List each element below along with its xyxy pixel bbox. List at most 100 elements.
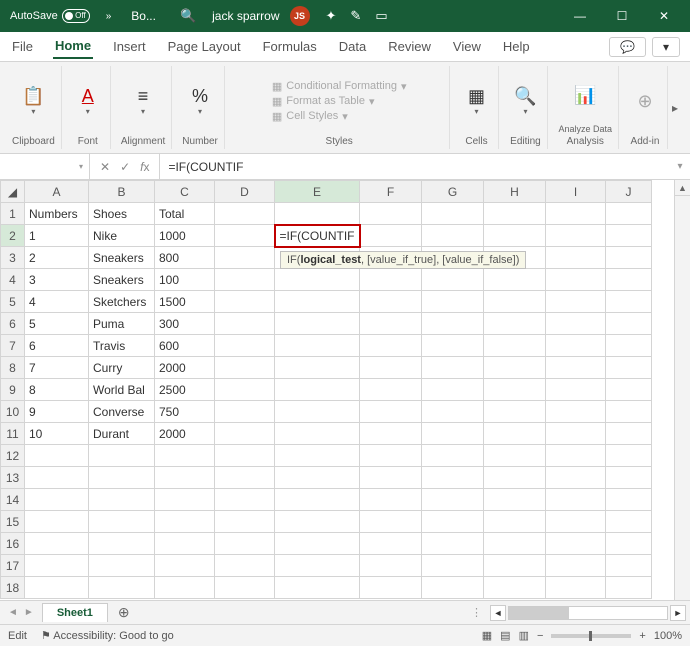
cell-H17[interactable]: [484, 555, 546, 577]
cell-D2[interactable]: [215, 225, 275, 247]
conditional-formatting-button[interactable]: ▦ Conditional Formatting ▾: [272, 80, 407, 93]
cell-F1[interactable]: [360, 203, 422, 225]
qat-overflow-icon[interactable]: »: [100, 11, 118, 22]
user-name[interactable]: jack sparrow: [212, 9, 279, 23]
zoom-level[interactable]: 100%: [654, 630, 682, 642]
cell-J6[interactable]: [606, 313, 652, 335]
name-box-dropdown-icon[interactable]: ▾: [79, 162, 83, 171]
column-header-C[interactable]: C: [155, 181, 215, 203]
cell-D14[interactable]: [215, 489, 275, 511]
cell-A15[interactable]: [25, 511, 89, 533]
cell-B7[interactable]: Travis: [89, 335, 155, 357]
name-box[interactable]: ▾: [0, 154, 90, 179]
cell-D6[interactable]: [215, 313, 275, 335]
cell-E12[interactable]: [275, 445, 360, 467]
cell-A1[interactable]: Numbers: [25, 203, 89, 225]
cell-E13[interactable]: [275, 467, 360, 489]
number-icon[interactable]: %▾: [184, 85, 216, 117]
minimize-button[interactable]: —: [560, 0, 600, 32]
cell-C12[interactable]: [155, 445, 215, 467]
cell-C18[interactable]: [155, 577, 215, 599]
cell-G14[interactable]: [422, 489, 484, 511]
tab-home[interactable]: Home: [53, 34, 93, 59]
sheet-tab-sheet1[interactable]: Sheet1: [42, 603, 108, 622]
cell-F6[interactable]: [360, 313, 422, 335]
cell-C1[interactable]: Total: [155, 203, 215, 225]
cell-D13[interactable]: [215, 467, 275, 489]
cell-B6[interactable]: Puma: [89, 313, 155, 335]
cell-C3[interactable]: 800: [155, 247, 215, 269]
cell-C16[interactable]: [155, 533, 215, 555]
column-header-H[interactable]: H: [484, 181, 546, 203]
cell-J3[interactable]: [606, 247, 652, 269]
cell-H4[interactable]: [484, 269, 546, 291]
column-header-J[interactable]: J: [606, 181, 652, 203]
cell-E1[interactable]: [275, 203, 360, 225]
scroll-right-icon[interactable]: ►: [670, 605, 686, 621]
cell-I12[interactable]: [546, 445, 606, 467]
sparkle-icon[interactable]: ✎: [350, 8, 361, 24]
cell-H11[interactable]: [484, 423, 546, 445]
cell-J8[interactable]: [606, 357, 652, 379]
tab-review[interactable]: Review: [386, 35, 433, 58]
avatar[interactable]: JS: [290, 6, 310, 26]
cell-E8[interactable]: [275, 357, 360, 379]
cell-J13[interactable]: [606, 467, 652, 489]
cell-H2[interactable]: [484, 225, 546, 247]
font-icon[interactable]: A▾: [72, 85, 104, 117]
cell-C5[interactable]: 1500: [155, 291, 215, 313]
cell-G16[interactable]: [422, 533, 484, 555]
cell-G2[interactable]: [422, 225, 484, 247]
comments-button[interactable]: 💬: [609, 37, 646, 57]
formula-expand-icon[interactable]: ▾: [670, 161, 690, 172]
clipboard-icon[interactable]: 📋▾: [17, 85, 49, 117]
cell-D5[interactable]: [215, 291, 275, 313]
cell-A17[interactable]: [25, 555, 89, 577]
cancel-icon[interactable]: ✕: [100, 160, 110, 174]
ribbon-collapse-icon[interactable]: ▸: [672, 66, 684, 149]
cell-J16[interactable]: [606, 533, 652, 555]
cell-E14[interactable]: [275, 489, 360, 511]
cell-D15[interactable]: [215, 511, 275, 533]
cell-F17[interactable]: [360, 555, 422, 577]
cell-F7[interactable]: [360, 335, 422, 357]
cell-C15[interactable]: [155, 511, 215, 533]
cell-styles-button[interactable]: ▦ Cell Styles ▾: [272, 110, 407, 123]
cell-H18[interactable]: [484, 577, 546, 599]
cell-E5[interactable]: [275, 291, 360, 313]
format-as-table-button[interactable]: ▦ Format as Table ▾: [272, 95, 407, 108]
cell-C4[interactable]: 100: [155, 269, 215, 291]
cell-F2[interactable]: [360, 225, 422, 247]
cell-B16[interactable]: [89, 533, 155, 555]
cell-A12[interactable]: [25, 445, 89, 467]
cell-H16[interactable]: [484, 533, 546, 555]
fx-icon[interactable]: fx: [140, 160, 149, 174]
cell-B17[interactable]: [89, 555, 155, 577]
cell-H14[interactable]: [484, 489, 546, 511]
search-icon[interactable]: 🔍: [170, 8, 206, 24]
analyze-data-icon[interactable]: 📊: [569, 79, 601, 111]
cell-G15[interactable]: [422, 511, 484, 533]
cell-E17[interactable]: [275, 555, 360, 577]
cell-I18[interactable]: [546, 577, 606, 599]
column-header-G[interactable]: G: [422, 181, 484, 203]
editing-icon[interactable]: 🔍▾: [509, 85, 541, 117]
cell-F9[interactable]: [360, 379, 422, 401]
tab-formulas[interactable]: Formulas: [261, 35, 319, 58]
cell-D8[interactable]: [215, 357, 275, 379]
cell-E9[interactable]: [275, 379, 360, 401]
cell-F4[interactable]: [360, 269, 422, 291]
column-header-D[interactable]: D: [215, 181, 275, 203]
cell-B11[interactable]: Durant: [89, 423, 155, 445]
cell-A14[interactable]: [25, 489, 89, 511]
cell-I2[interactable]: [546, 225, 606, 247]
cell-H6[interactable]: [484, 313, 546, 335]
formula-input[interactable]: =IF(COUNTIF: [160, 160, 670, 174]
cell-B13[interactable]: [89, 467, 155, 489]
cell-F18[interactable]: [360, 577, 422, 599]
cell-F12[interactable]: [360, 445, 422, 467]
tab-file[interactable]: File: [10, 35, 35, 58]
cell-J9[interactable]: [606, 379, 652, 401]
row-header-11[interactable]: 11: [1, 423, 25, 445]
cell-A2[interactable]: 1: [25, 225, 89, 247]
